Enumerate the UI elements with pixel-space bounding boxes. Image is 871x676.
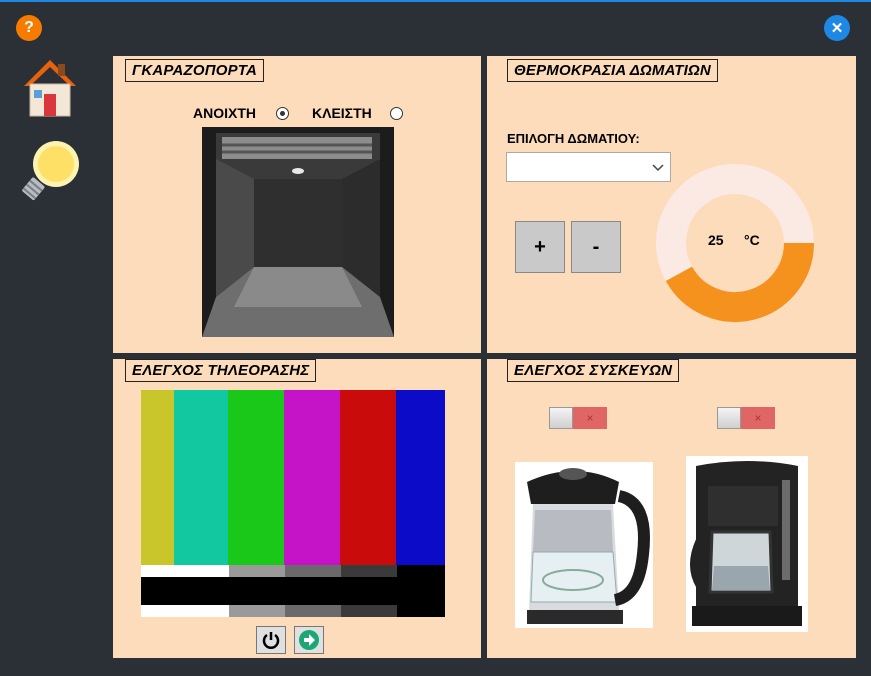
garage-open-label: ΑΝΟΙΧΤΗ: [193, 105, 256, 121]
question-mark-icon: ?: [24, 19, 34, 36]
room-select[interactable]: [506, 152, 671, 182]
tv-color-bar: [340, 390, 396, 565]
tv-color-bar: [174, 390, 228, 565]
coffee-maker-image: [686, 456, 808, 632]
garage-closed-label: ΚΛΕΙΣΤΗ: [312, 105, 372, 121]
sidebar-item-home[interactable]: [20, 56, 80, 120]
close-icon: ✕: [830, 20, 844, 37]
increase-temperature-button[interactable]: +: [515, 221, 565, 273]
tv-color-bar: [284, 390, 340, 565]
temperature-unit: °C: [744, 232, 760, 248]
tv-color-bar: [141, 390, 174, 565]
arrow-right-icon: [299, 630, 319, 650]
devices-title: ΕΛΕΓΧΟΣ ΣΥΣΚΕΥΩΝ: [507, 359, 680, 382]
toggle-off-icon: ×: [573, 407, 607, 429]
devices-panel: ΕΛΕΓΧΟΣ ΣΥΣΚΕΥΩΝ × ×: [487, 359, 856, 658]
garage-open-radio[interactable]: [276, 107, 289, 120]
window-top-accent: [0, 0, 871, 2]
tv-title: ΕΛΕΓΧΟΣ ΤΗΛΕΟΡΑΣΗΣ: [125, 359, 317, 382]
tv-test-strip: [141, 565, 445, 617]
coffee-maker-toggle[interactable]: ×: [717, 407, 775, 429]
kettle-image: [515, 462, 653, 628]
decrease-temperature-button[interactable]: -: [571, 221, 621, 273]
garage-closed-radio[interactable]: [390, 107, 403, 120]
garage-image: [202, 127, 394, 337]
lightbulb-icon: [22, 141, 79, 200]
temperature-value: 25: [708, 232, 724, 248]
temperature-title: ΘΕΡΜΟΚΡΑΣΙΑ ΔΩΜΑΤΙΩΝ: [507, 59, 718, 82]
close-button[interactable]: ✕: [824, 15, 850, 41]
kettle-toggle[interactable]: ×: [549, 407, 607, 429]
tv-color-bars: [141, 390, 445, 565]
help-button[interactable]: ?: [16, 15, 42, 41]
tv-color-bar: [396, 390, 445, 565]
temperature-panel: ΘΕΡΜΟΚΡΑΣΙΑ ΔΩΜΑΤΙΩΝ ΕΠΙΛΟΓΗ ΔΩΜΑΤΙΟΥ: +…: [487, 56, 856, 353]
tv-next-channel-button[interactable]: [294, 626, 324, 654]
toggle-off-icon: ×: [741, 407, 775, 429]
tv-color-bar: [228, 390, 284, 565]
room-select-label: ΕΠΙΛΟΓΗ ΔΩΜΑΤΙΟΥ:: [507, 131, 640, 146]
gauge-fill: [665, 242, 814, 322]
temperature-gauge: [656, 164, 814, 322]
sidebar-item-lighting[interactable]: [16, 138, 84, 206]
power-icon: [262, 632, 280, 649]
tv-power-button[interactable]: [256, 626, 286, 654]
garage-title: ΓΚΑΡΑΖΟΠΟΡΤΑ: [125, 59, 265, 82]
garage-panel: ΓΚΑΡΑΖΟΠΟΡΤΑ ΑΝΟΙΧΤΗ ΚΛΕΙΣΤΗ: [113, 56, 481, 353]
tv-screen: [141, 390, 445, 617]
house-icon: [24, 60, 76, 117]
